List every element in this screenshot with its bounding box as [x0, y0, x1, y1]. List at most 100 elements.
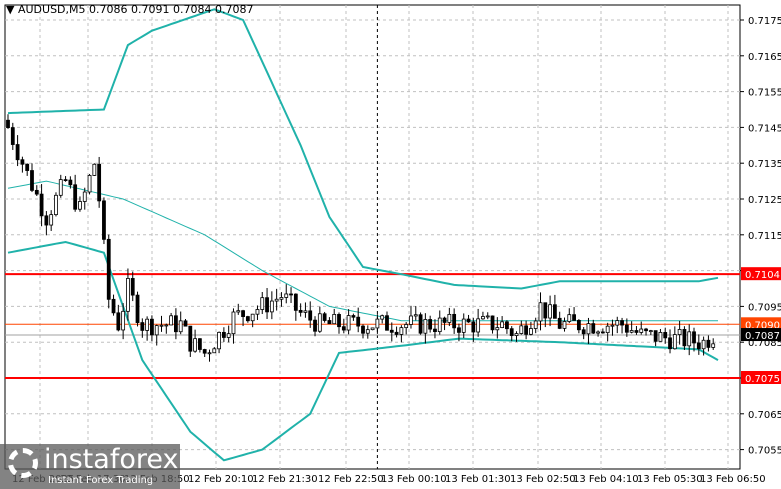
candle-body: [399, 327, 404, 335]
candle-body: [135, 294, 140, 323]
candle-body: [634, 330, 639, 333]
plot-area: [4, 4, 741, 470]
candle-body: [293, 293, 298, 311]
candle-body: [648, 330, 653, 333]
candle-body: [413, 314, 418, 317]
gear-logo-icon: [8, 448, 38, 478]
candle-body: [327, 320, 332, 325]
y-tick-label: 0.7055: [748, 446, 781, 457]
candle-body: [543, 302, 548, 319]
candle-body: [279, 297, 284, 300]
candle-body: [121, 310, 126, 331]
candle-body: [361, 325, 365, 334]
y-tick-label: 0.7155: [748, 88, 781, 99]
candle-body: [495, 327, 500, 331]
candle-body: [15, 144, 20, 161]
candle-body: [692, 331, 696, 344]
candle-body: [73, 184, 78, 210]
candle-body: [677, 329, 682, 335]
candle-body: [552, 304, 557, 319]
candle-body: [548, 304, 552, 319]
candle-body: [164, 324, 169, 327]
candle-body: [701, 339, 706, 350]
candle-body: [58, 179, 63, 196]
candle-body: [332, 314, 337, 325]
candle-body: [30, 170, 34, 191]
candle-body: [591, 323, 596, 334]
candle-body: [356, 316, 361, 327]
candle-body: [663, 332, 668, 339]
candle-body: [212, 348, 217, 354]
candle-body: [696, 342, 701, 350]
candle-body: [380, 315, 385, 320]
x-tick-label: 13 Feb 01:30: [445, 474, 511, 485]
x-tick-label: 13 Feb 05:30: [637, 474, 703, 485]
y-tick-label: 0.7135: [748, 159, 781, 170]
candle-body: [711, 343, 716, 348]
candle-body: [509, 328, 514, 336]
candle-body: [658, 332, 663, 342]
x-tick-label: 13 Feb 06:50: [700, 474, 766, 485]
candle-body: [207, 352, 212, 355]
candle-body: [178, 320, 183, 333]
candle-body: [576, 319, 581, 331]
candle-body: [365, 329, 370, 334]
candle-body: [615, 320, 620, 326]
candle-body: [87, 175, 92, 193]
candle-body: [567, 314, 572, 322]
candle-body: [428, 319, 433, 330]
candle-body: [557, 317, 562, 329]
candle-body: [284, 293, 289, 298]
y-tick-label: 0.7145: [748, 123, 781, 134]
price-chart[interactable]: 0.7175 0.7165 0.7155 0.7145 0.7135 0.7125 0.71…: [0, 0, 781, 489]
chart-window[interactable]: 0.7175 0.7165 0.7155 0.7145 0.7135 0.7125 0.71…: [0, 0, 781, 489]
candle-body: [236, 310, 241, 313]
candle-body: [82, 191, 87, 202]
candle-body: [226, 333, 231, 338]
y-tick-label: 0.7115: [748, 231, 781, 242]
candle-body: [265, 297, 269, 313]
candle-body: [624, 324, 629, 333]
candle-body: [533, 320, 538, 329]
candle-body: [44, 215, 49, 226]
candle-body: [375, 318, 380, 329]
candle-body: [481, 316, 485, 320]
candle-body: [404, 324, 409, 329]
candle-body: [457, 327, 461, 333]
candle-body: [25, 163, 30, 171]
candle-body: [639, 328, 644, 333]
x-tick-label: 13 Feb 02:50: [510, 474, 576, 485]
candle-body: [337, 314, 341, 328]
candle-body: [231, 311, 236, 335]
candle-body: [485, 315, 490, 318]
candle-body: [298, 309, 303, 313]
candle-body: [202, 349, 207, 354]
candle-body: [389, 329, 394, 333]
candle-body: [97, 163, 102, 202]
candle-body: [687, 331, 692, 347]
y-tick-label: 0.7125: [748, 195, 781, 206]
candle-body: [562, 321, 567, 329]
price-tag-label: 0.7087: [745, 331, 780, 342]
candle-body: [269, 300, 274, 313]
candle-body: [68, 179, 73, 186]
candle-body: [308, 310, 313, 321]
candle-body: [505, 321, 509, 330]
candle-body: [672, 334, 677, 350]
candle-body: [130, 278, 135, 296]
candle-body: [183, 320, 188, 327]
candle-body: [241, 310, 245, 317]
candle-body: [682, 329, 687, 347]
candle-body: [245, 316, 250, 322]
candle-body: [466, 318, 471, 323]
x-tick-label: 13 Feb 00:10: [381, 474, 447, 485]
candle-body: [174, 315, 178, 333]
candle-body: [63, 179, 68, 182]
brand-name: instaforex: [44, 444, 179, 475]
candle-body: [538, 302, 543, 322]
candle-body: [514, 333, 519, 336]
candle-body: [341, 326, 346, 331]
symbol-quote: AUDUSD,M5 0.7086 0.7091 0.7084 0.7087: [17, 3, 254, 16]
dropdown-triangle-icon[interactable]: ▼: [6, 3, 18, 16]
candle-body: [437, 317, 442, 333]
